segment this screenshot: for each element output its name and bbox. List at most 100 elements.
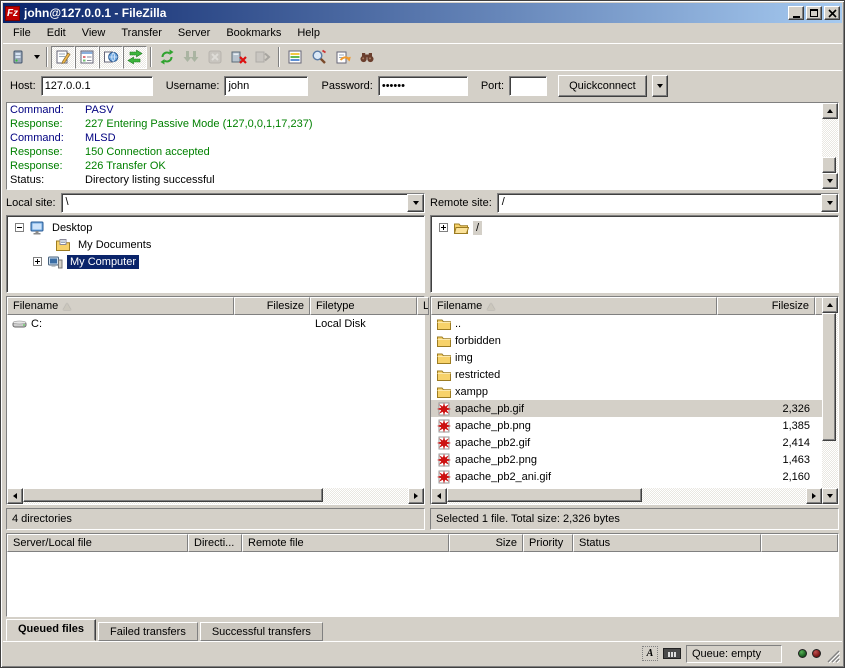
site-manager-button[interactable]	[6, 46, 30, 69]
queue-status: Queue: empty	[686, 645, 782, 663]
column-header-filesize[interactable]: Filesize	[234, 297, 310, 315]
column-header-last-modified[interactable]: L	[417, 297, 429, 315]
message-log-text[interactable]: Command:PASV Response:227 Entering Passi…	[7, 103, 822, 189]
expand-icon[interactable]	[439, 223, 448, 232]
minimize-button[interactable]	[788, 6, 804, 20]
process-queue-button[interactable]	[179, 46, 203, 69]
column-header-filename[interactable]: Filename	[431, 297, 717, 315]
file-row-selected[interactable]: apache_pb.gif 2,326	[431, 400, 822, 417]
menu-item-transfer[interactable]: Transfer	[113, 24, 170, 42]
scrollbar-thumb[interactable]	[23, 488, 323, 502]
remote-site-select[interactable]: /	[497, 193, 839, 213]
menu-item-bookmarks[interactable]: Bookmarks	[218, 24, 289, 42]
scroll-down-button[interactable]	[822, 173, 838, 189]
file-row[interactable]: apache_pb2.gif 2,414	[431, 434, 822, 451]
remote-list-hscrollbar[interactable]	[431, 488, 822, 504]
scrollbar-thumb[interactable]	[822, 157, 836, 173]
queue-column-size[interactable]: Size	[449, 534, 523, 552]
scroll-right-button[interactable]	[806, 488, 822, 504]
local-file-rows[interactable]: C: Local Disk	[7, 315, 424, 488]
scroll-up-button[interactable]	[822, 297, 838, 313]
local-file-list: Filename Filesize Filetype L	[6, 296, 425, 505]
file-row[interactable]: img	[431, 349, 822, 366]
scrollbar-thumb[interactable]	[447, 488, 642, 502]
remote-list-header: Filename Filesize	[431, 297, 822, 315]
port-input[interactable]	[509, 76, 547, 96]
scrollbar-thumb[interactable]	[822, 313, 836, 441]
expand-icon[interactable]	[33, 257, 42, 266]
collapse-icon[interactable]	[15, 223, 24, 232]
tab-queued-files[interactable]: Queued files	[6, 619, 96, 641]
queue-column-priority[interactable]: Priority	[523, 534, 573, 552]
local-site-dropdown-button[interactable]	[407, 194, 424, 212]
remote-pane: Remote site: / /	[430, 192, 839, 530]
reconnect-button[interactable]	[251, 46, 275, 69]
remote-status-text: Selected 1 file. Total size: 2,326 bytes	[430, 508, 839, 530]
menu-item-view[interactable]: View	[74, 24, 114, 42]
close-button[interactable]	[824, 6, 840, 20]
scroll-up-button[interactable]	[822, 103, 838, 119]
column-header-filesize[interactable]: Filesize	[717, 297, 815, 315]
toggle-transfer-queue-button[interactable]	[123, 46, 147, 69]
cancel-button[interactable]	[203, 46, 227, 69]
username-input[interactable]	[224, 76, 308, 96]
tree-item-my-documents[interactable]: My Documents	[7, 236, 424, 253]
file-row-c-drive[interactable]: C: Local Disk	[7, 315, 424, 332]
remote-site-dropdown-button[interactable]	[821, 194, 838, 212]
password-input[interactable]	[378, 76, 468, 96]
folder-icon	[436, 316, 452, 332]
resize-grip[interactable]	[826, 649, 840, 663]
local-list-hscrollbar[interactable]	[7, 488, 424, 504]
queue-column-server-local-file[interactable]: Server/Local file	[7, 534, 188, 552]
tab-failed-transfers[interactable]: Failed transfers	[98, 622, 198, 641]
tree-item-desktop[interactable]: Desktop	[7, 219, 424, 236]
port-label: Port:	[481, 80, 504, 92]
toggle-local-tree-button[interactable]	[75, 46, 99, 69]
tree-item-my-computer[interactable]: My Computer	[7, 253, 424, 270]
file-row[interactable]: restricted	[431, 366, 822, 383]
menu-item-server[interactable]: Server	[170, 24, 218, 42]
file-row[interactable]: xampp	[431, 383, 822, 400]
close-icon	[828, 9, 837, 18]
scroll-left-button[interactable]	[7, 488, 23, 504]
quickconnect-button[interactable]: Quickconnect	[558, 75, 647, 97]
log-scrollbar[interactable]	[822, 103, 838, 189]
disconnect-button[interactable]	[227, 46, 251, 69]
scroll-right-button[interactable]	[408, 488, 424, 504]
menu-item-edit[interactable]: Edit	[39, 24, 74, 42]
toggle-remote-tree-button[interactable]	[99, 46, 123, 69]
synchronized-browsing-button[interactable]	[307, 46, 331, 69]
column-header-filetype[interactable]: Filetype	[310, 297, 417, 315]
scroll-down-button[interactable]	[822, 488, 838, 504]
find-files-button[interactable]	[331, 46, 355, 69]
directory-comparison-button[interactable]	[283, 46, 307, 69]
local-tree[interactable]: Desktop My Documents	[6, 215, 425, 293]
quickconnect-dropdown-button[interactable]	[652, 75, 668, 97]
scroll-left-button[interactable]	[431, 488, 447, 504]
queue-column-direction[interactable]: Directi...	[188, 534, 242, 552]
file-row[interactable]: apache_pb2.png 1,463	[431, 451, 822, 468]
queue-rows[interactable]	[7, 552, 838, 616]
remote-list-vscrollbar[interactable]	[822, 297, 838, 504]
menu-item-help[interactable]: Help	[289, 24, 328, 42]
maximize-button[interactable]	[806, 6, 822, 20]
file-row[interactable]: forbidden	[431, 332, 822, 349]
remote-tree[interactable]: /	[430, 215, 839, 293]
file-row[interactable]: ..	[431, 315, 822, 332]
toggle-message-log-button[interactable]	[51, 46, 75, 69]
file-row[interactable]: apache_pb2_ani.gif 2,160	[431, 468, 822, 485]
queue-column-status[interactable]: Status	[573, 534, 761, 552]
site-manager-dropdown-button[interactable]	[30, 46, 43, 69]
file-row[interactable]: apache_pb.png 1,385	[431, 417, 822, 434]
menu-item-file[interactable]: File	[5, 24, 39, 42]
file-search-button[interactable]	[355, 46, 379, 69]
column-header-filename[interactable]: Filename	[7, 297, 234, 315]
local-site-select[interactable]: \	[61, 193, 425, 213]
queue-column-remote-file[interactable]: Remote file	[242, 534, 449, 552]
host-input[interactable]	[41, 76, 153, 96]
refresh-button[interactable]	[155, 46, 179, 69]
remote-file-rows[interactable]: .. forbidden img restricted	[431, 315, 822, 488]
transfer-queue-icon	[127, 49, 143, 65]
tab-successful-transfers[interactable]: Successful transfers	[200, 622, 323, 641]
tree-item-root[interactable]: /	[431, 219, 838, 236]
